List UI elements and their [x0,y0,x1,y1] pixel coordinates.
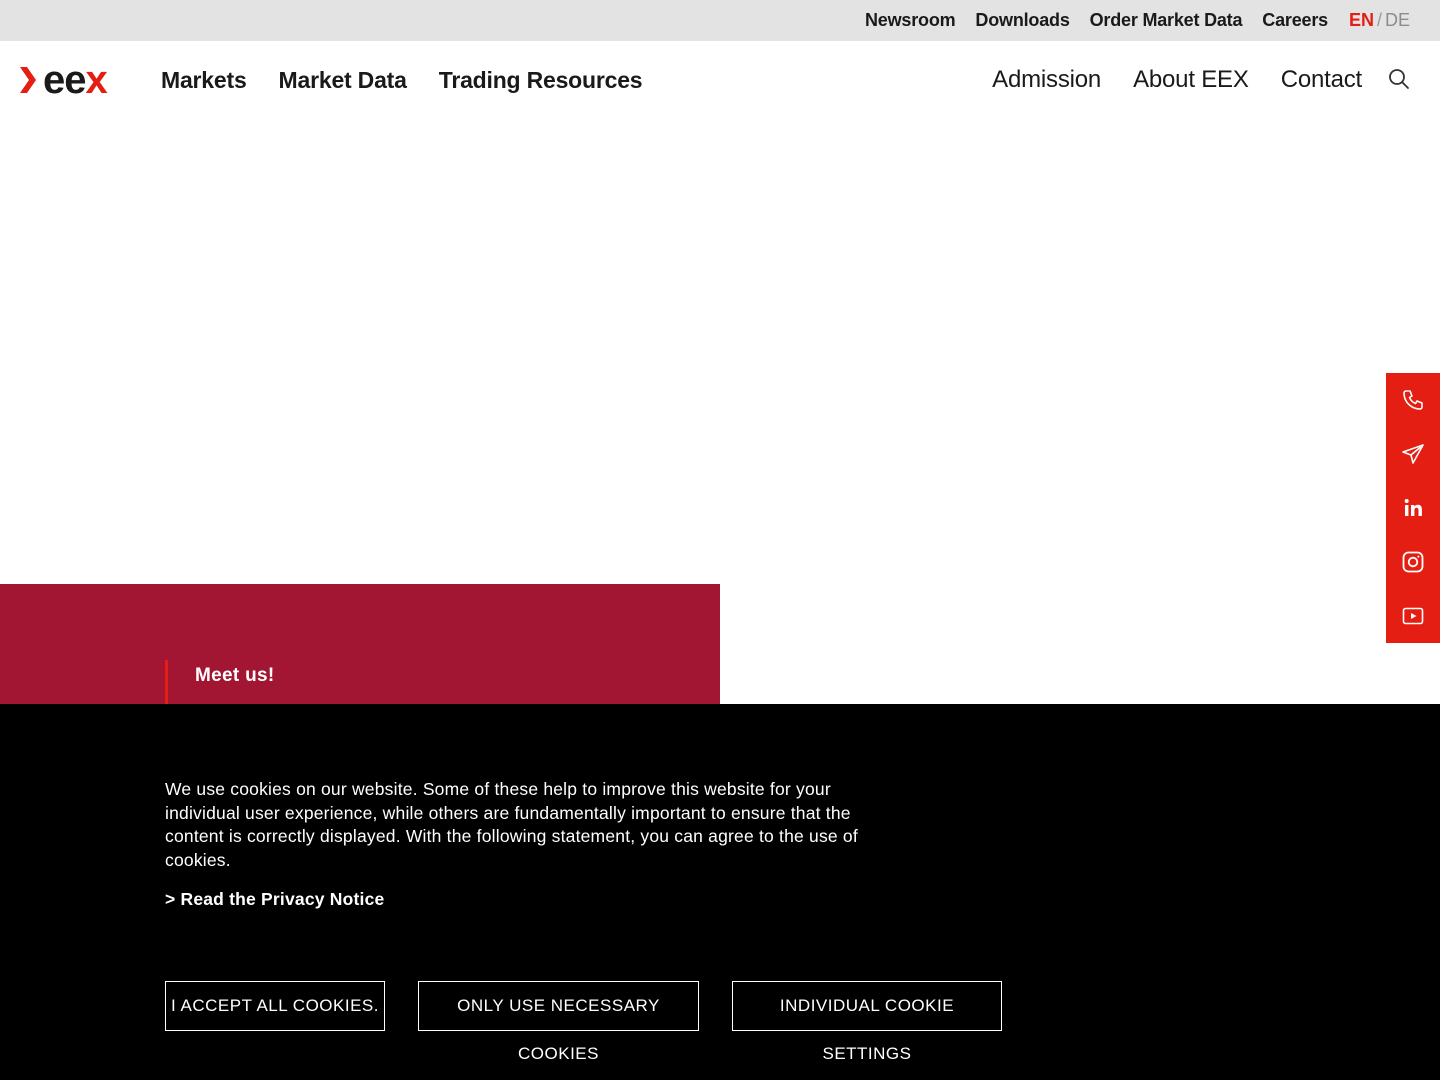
secondary-nav: Admission About EEX Contact [960,66,1362,94]
phone-icon [1403,390,1423,410]
send-icon [1402,444,1424,464]
search-icon[interactable] [1388,68,1410,90]
logo-chevron-icon [20,67,36,93]
language-switcher: EN / DE [1349,10,1410,31]
linkedin-button[interactable] [1386,481,1440,535]
privacy-notice-link[interactable]: > Read the Privacy Notice [165,889,384,910]
promo-teaser: Meet us! [0,584,720,714]
nav-about-eex[interactable]: About EEX [1133,66,1249,94]
nav-contact[interactable]: Contact [1281,66,1363,94]
youtube-icon [1402,607,1424,625]
newsroom-link[interactable]: Newsroom [865,10,956,31]
cookie-banner: We use cookies on our website. Some of t… [0,704,1440,1080]
nav-market-data[interactable]: Market Data [279,67,407,94]
linkedin-icon [1404,499,1422,516]
nav-trading-resources[interactable]: Trading Resources [439,67,643,94]
nav-markets[interactable]: Markets [161,67,247,94]
individual-cookie-settings-button[interactable]: INDIVIDUAL COOKIE SETTINGS [732,981,1002,1063]
eex-logo[interactable]: eex [20,58,108,102]
accept-all-cookies-button[interactable]: I ACCEPT ALL COOKIES. [165,981,385,1031]
order-market-data-link[interactable]: Order Market Data [1090,10,1243,31]
youtube-button[interactable] [1386,589,1440,643]
nav-admission[interactable]: Admission [992,66,1101,94]
promo-label-block: Meet us! [165,660,274,708]
careers-link[interactable]: Careers [1262,10,1328,31]
utility-bar: Newsroom Downloads Order Market Data Car… [0,0,1440,41]
logo-wordmark: eex [43,58,108,102]
lang-separator: / [1376,10,1382,30]
lang-de[interactable]: DE [1385,10,1410,31]
instagram-button[interactable] [1386,535,1440,589]
lang-en[interactable]: EN [1349,10,1374,31]
social-sidebar [1386,373,1440,643]
primary-nav: Markets Market Data Trading Resources [161,67,674,94]
necessary-cookies-button[interactable]: ONLY USE NECESSARY COOKIES [418,981,699,1063]
phone-button[interactable] [1386,373,1440,427]
instagram-icon [1402,551,1424,573]
downloads-link[interactable]: Downloads [975,10,1069,31]
send-button[interactable] [1386,427,1440,481]
main-header: eex Markets Market Data Trading Resource… [0,41,1440,121]
promo-label: Meet us! [195,665,275,686]
cookie-message: We use cookies on our website. Some of t… [165,779,858,870]
